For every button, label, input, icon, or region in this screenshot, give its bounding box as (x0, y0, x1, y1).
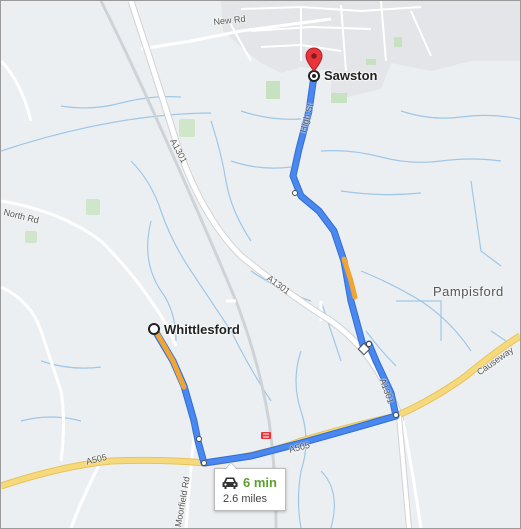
car-icon (222, 477, 238, 489)
map-canvas[interactable]: Whittlesford Sawston Pampisford New Rd N… (0, 0, 521, 529)
route-distance: 2.6 miles (223, 493, 268, 505)
origin-label[interactable]: Whittlesford (164, 322, 240, 337)
origin-marker-icon (148, 323, 160, 335)
rail-station-icon (261, 432, 271, 439)
route-info-box[interactable]: 6 min 2.6 miles (214, 462, 286, 511)
town-label-pampisford[interactable]: Pampisford (433, 284, 504, 299)
destination-label[interactable]: Sawston (324, 68, 377, 83)
map-base-layer[interactable] (1, 1, 520, 528)
route-duration: 6 min (243, 475, 277, 490)
